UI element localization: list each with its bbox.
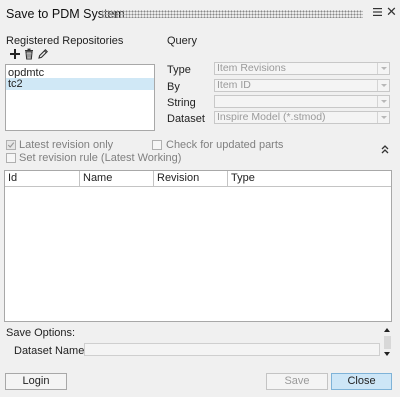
dataset-name-label: Dataset Name:: [14, 345, 88, 357]
latest-revision-label: Latest revision only: [19, 139, 114, 151]
query-heading: Query: [167, 35, 197, 47]
set-revision-rule-checkbox[interactable]: [6, 153, 16, 163]
dataset-name-input[interactable]: [84, 343, 380, 356]
results-table[interactable]: Id Name Revision Type: [4, 170, 392, 322]
column-header-type[interactable]: Type: [228, 171, 391, 187]
set-revision-rule-label: Set revision rule (Latest Working): [19, 152, 182, 164]
chevron-down-icon: [377, 112, 389, 123]
query-type-label: Type: [167, 64, 191, 76]
chevron-down-icon: [377, 80, 389, 91]
query-by-value: Item ID: [217, 79, 251, 91]
add-icon[interactable]: [9, 48, 21, 60]
save-button[interactable]: Save: [266, 373, 328, 390]
repository-list[interactable]: opdmtc tc2: [5, 64, 155, 131]
query-type-value: Item Revisions: [217, 62, 286, 74]
drag-handle[interactable]: [101, 10, 363, 18]
query-by-select[interactable]: Item ID: [214, 79, 390, 92]
query-dataset-label: Dataset: [167, 113, 205, 125]
query-dataset-value: Inspire Model (*.stmod): [217, 111, 326, 123]
scroll-up-icon[interactable]: [383, 326, 392, 335]
scroll-thumb[interactable]: [384, 336, 391, 349]
query-string-label: String: [167, 97, 196, 109]
edit-icon[interactable]: [37, 48, 49, 60]
check-updated-parts-checkbox[interactable]: [152, 140, 162, 150]
close-button[interactable]: Close: [331, 373, 392, 390]
column-header-revision[interactable]: Revision: [154, 171, 228, 187]
repository-item-tc2[interactable]: tc2: [6, 78, 154, 90]
close-icon[interactable]: ✕: [386, 5, 397, 19]
chevron-down-icon: [377, 63, 389, 74]
repositories-heading: Registered Repositories: [6, 35, 124, 47]
repository-item-label: tc2: [8, 78, 23, 90]
chevron-down-icon: [377, 96, 389, 107]
menu-icon[interactable]: [373, 7, 383, 17]
query-by-label: By: [167, 81, 180, 93]
column-header-name[interactable]: Name: [80, 171, 154, 187]
collapse-up-icon[interactable]: [380, 144, 390, 154]
save-options-scrollbar[interactable]: [383, 326, 392, 359]
latest-revision-checkbox[interactable]: [6, 140, 16, 150]
query-type-select[interactable]: Item Revisions: [214, 62, 390, 75]
login-button[interactable]: Login: [5, 373, 67, 390]
scroll-down-icon[interactable]: [383, 350, 392, 359]
check-updated-parts-label: Check for updated parts: [166, 139, 284, 151]
column-header-id[interactable]: Id: [5, 171, 80, 187]
save-options-heading: Save Options:: [6, 327, 76, 339]
delete-icon[interactable]: [23, 48, 35, 60]
query-string-select[interactable]: [214, 95, 390, 108]
checkmark-icon: [7, 142, 15, 148]
query-dataset-select[interactable]: Inspire Model (*.stmod): [214, 111, 390, 124]
